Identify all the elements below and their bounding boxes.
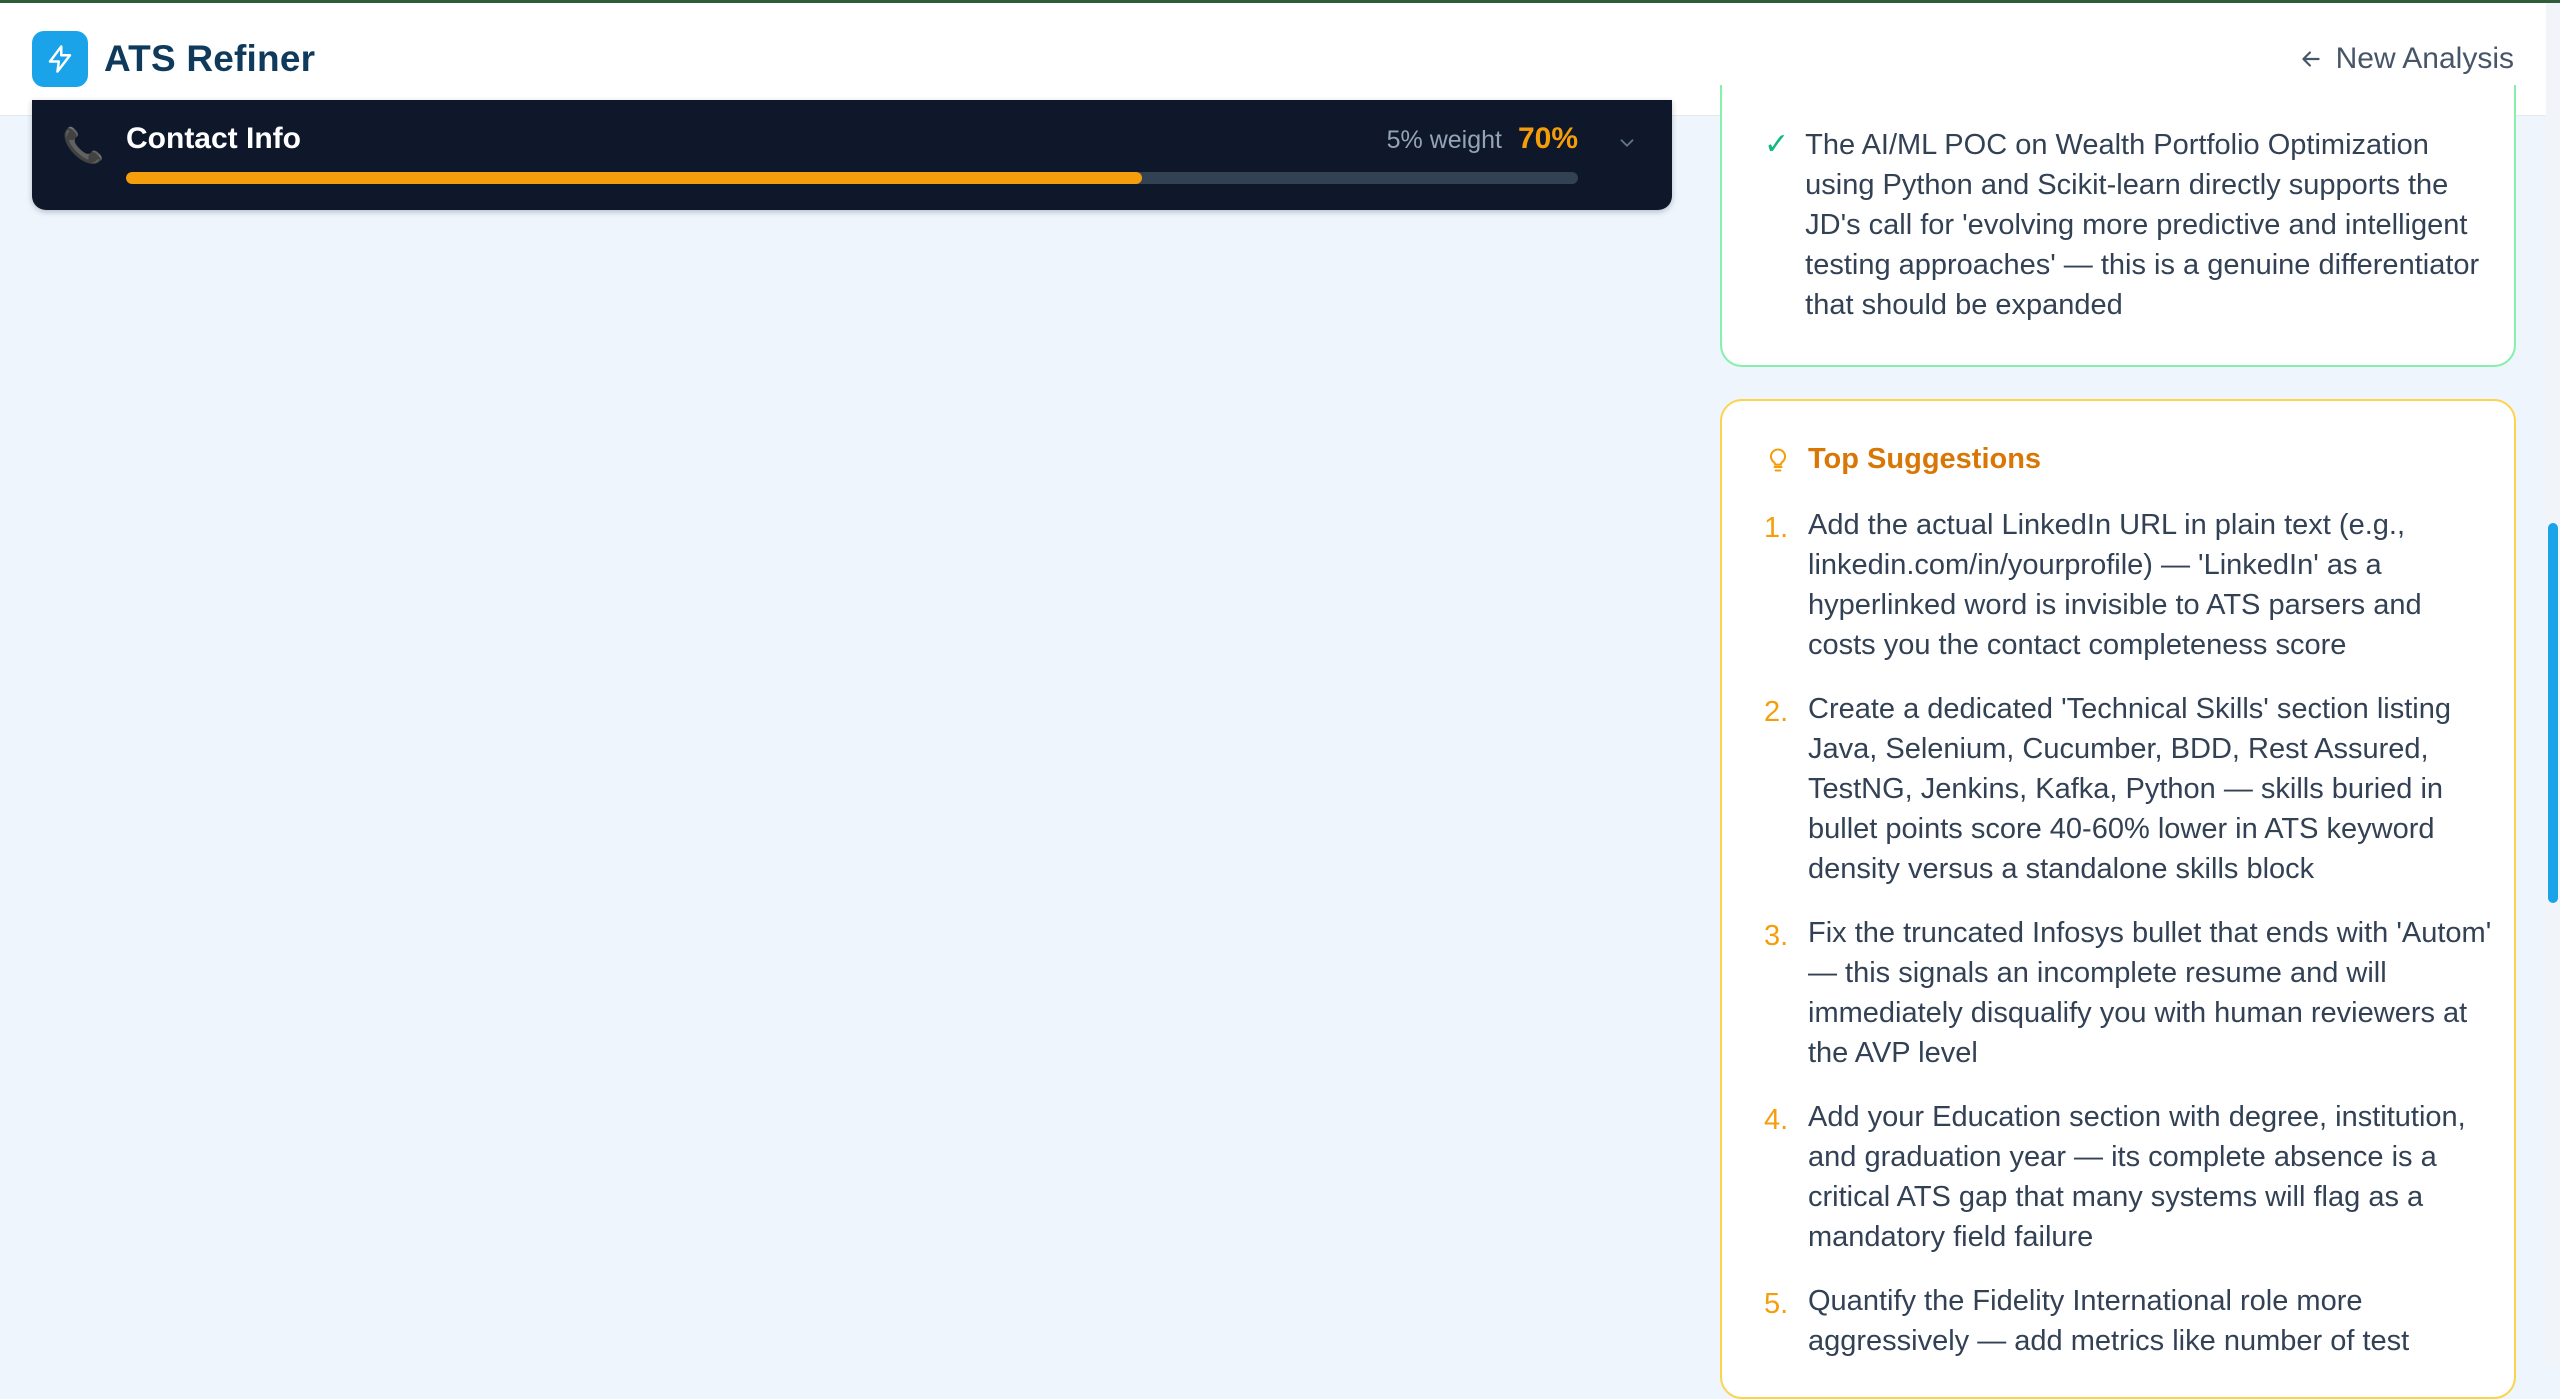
list-item: 5. Quantify the Fidelity International r… (1764, 1281, 2494, 1361)
section-score: 70% (1517, 122, 1578, 155)
item-text: Add your Education section with degree, … (1808, 1101, 2466, 1253)
lightning-logo-icon (32, 31, 88, 87)
list-item: 4. Add your Education section with degre… (1764, 1097, 2494, 1257)
new-analysis-button[interactable]: New Analysis (2298, 42, 2514, 76)
section-title: Contact Info (126, 122, 301, 155)
item-number: 2. (1764, 696, 1789, 728)
item-text: Create a dedicated 'Technical Skills' se… (1808, 693, 2451, 885)
scrollbar-thumb[interactable] (2548, 523, 2558, 903)
item-number: 1. (1764, 512, 1789, 544)
score-progress-fill (126, 172, 1143, 184)
item-number: 3. (1764, 920, 1789, 952)
check-icon: ✓ (1764, 128, 1790, 161)
arrow-left-icon (2301, 51, 2320, 67)
section-weight: 5% weight (1386, 126, 1502, 154)
score-progress-bar (126, 172, 1578, 184)
item-text: Quantify the Fidelity International role… (1808, 1285, 2410, 1357)
item-text: Add the actual LinkedIn URL in plain tex… (1808, 509, 2422, 661)
lightbulb-icon (1769, 447, 1787, 472)
chevron-down-icon[interactable] (1616, 132, 1638, 159)
scrollbar[interactable] (2546, 3, 2560, 1365)
suggestions-header: Top Suggestions (1764, 443, 2041, 476)
item-text: Fix the truncated Infosys bullet that en… (1808, 917, 2492, 1069)
new-analysis-label: New Analysis (2335, 42, 2514, 75)
list-item: 1. Add the actual LinkedIn URL in plain … (1764, 505, 2494, 665)
list-item: 2. Create a dedicated 'Technical Skills'… (1764, 689, 2494, 889)
contact-info-section[interactable]: 📞 Contact Info 5% weight 70% (32, 100, 1672, 210)
suggestions-list: 1. Add the actual LinkedIn URL in plain … (1764, 505, 2494, 1385)
brand[interactable]: ATS Refiner (32, 31, 315, 87)
phone-icon: 📞 (62, 127, 105, 165)
strength-item: ✓ The AI/ML POC on Wealth Portfolio Opti… (1764, 125, 2484, 325)
item-number: 5. (1764, 1288, 1789, 1320)
list-item: 3. Fix the truncated Infosys bullet that… (1764, 913, 2494, 1073)
item-number: 4. (1764, 1104, 1789, 1136)
top-suggestions-card: Top Suggestions 1. Add the actual Linked… (1720, 399, 2516, 1399)
suggestions-title: Top Suggestions (1808, 443, 2042, 475)
app-title: ATS Refiner (104, 38, 316, 79)
strengths-card: ✓ The AI/ML POC on Wealth Portfolio Opti… (1720, 85, 2516, 367)
strength-text: The AI/ML POC on Wealth Portfolio Optimi… (1805, 129, 2480, 321)
